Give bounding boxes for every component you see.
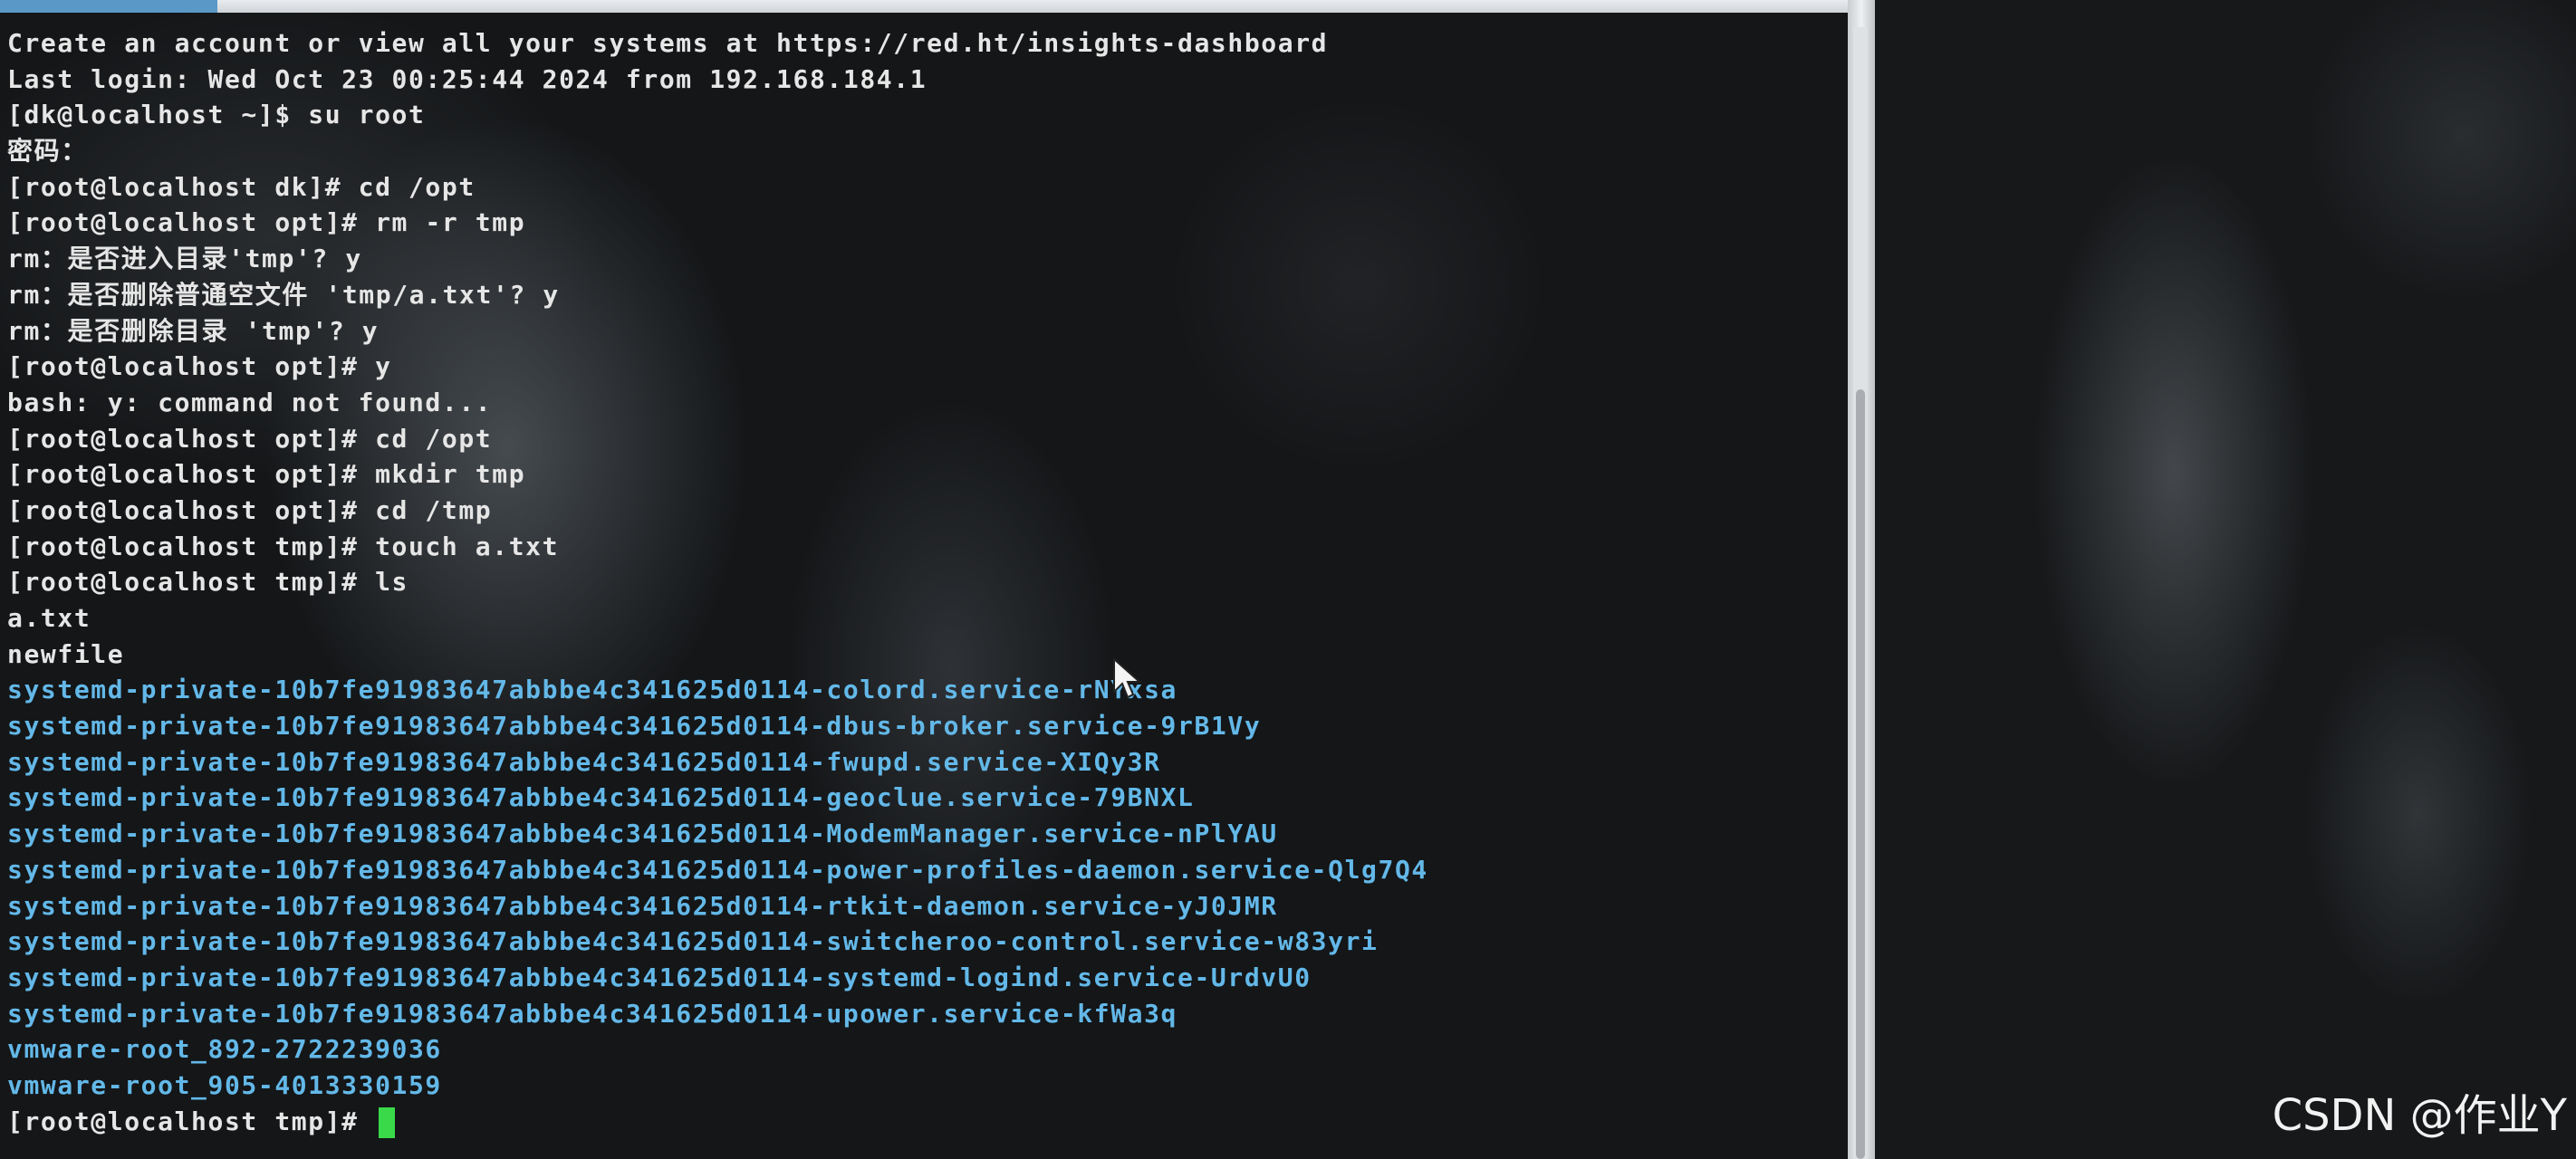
directory-entry: systemd-private-10b7fe91983647abbbe4c341…: [7, 819, 1278, 849]
command-line: [root@localhost opt]# cd /opt: [7, 423, 493, 454]
command-line: [root@localhost opt]# y: [7, 351, 392, 382]
directory-entry: vmware-root_905-4013330159: [7, 1069, 442, 1100]
output-line: rm：是否删除目录 'tmp'? y: [7, 315, 380, 346]
output-line: bash: y: command not found...: [7, 387, 493, 417]
watermark: CSDN @作业Y: [2272, 1090, 2567, 1141]
command-line: [root@localhost dk]# cd /opt: [7, 171, 476, 202]
directory-entry: systemd-private-10b7fe91983647abbbe4c341…: [7, 926, 1379, 957]
shell-prompt: [root@localhost tmp]#: [7, 1106, 376, 1136]
command-line: [root@localhost opt]# rm -r tmp: [7, 207, 526, 238]
output-line: Create an account or view all your syste…: [7, 28, 1329, 58]
command-line: [dk@localhost ~]$ su root: [7, 100, 426, 130]
directory-entry: systemd-private-10b7fe91983647abbbe4c341…: [7, 962, 1312, 992]
directory-entry: systemd-private-10b7fe91983647abbbe4c341…: [7, 890, 1278, 921]
scrollbar-thumb[interactable]: [1856, 389, 1865, 1159]
directory-entry: systemd-private-10b7fe91983647abbbe4c341…: [7, 675, 1178, 705]
window-top-border: [0, 0, 1879, 13]
directory-entry: systemd-private-10b7fe91983647abbbe4c341…: [7, 998, 1178, 1029]
window-tab-accent: [0, 0, 217, 13]
directory-entry: systemd-private-10b7fe91983647abbbe4c341…: [7, 854, 1428, 885]
output-line: a.txt: [7, 603, 91, 633]
text-cursor: [379, 1106, 396, 1138]
output-line: 密码：: [7, 136, 88, 167]
terminal-window[interactable]: Create an account or view all your syste…: [0, 13, 1848, 1159]
terminal-output: Create an account or view all your syste…: [7, 25, 1428, 1139]
prompt-line[interactable]: [root@localhost tmp]#: [7, 1104, 1428, 1140]
output-line: rm：是否删除普通空文件 'tmp/a.txt'? y: [7, 279, 560, 310]
output-line: rm：是否进入目录'tmp'? y: [7, 244, 362, 274]
command-line: [root@localhost opt]# cd /tmp: [7, 494, 493, 525]
directory-entry: systemd-private-10b7fe91983647abbbe4c341…: [7, 746, 1161, 777]
directory-entry: systemd-private-10b7fe91983647abbbe4c341…: [7, 711, 1262, 742]
output-line: newfile: [7, 638, 125, 669]
mouse-pointer-icon: [1113, 657, 1142, 699]
command-line: [root@localhost tmp]# touch a.txt: [7, 531, 560, 561]
command-line: [root@localhost tmp]# ls: [7, 567, 409, 598]
directory-entry: systemd-private-10b7fe91983647abbbe4c341…: [7, 782, 1195, 813]
command-line: [root@localhost opt]# mkdir tmp: [7, 459, 526, 490]
desktop-background: [1875, 0, 2576, 1159]
output-line: Last login: Wed Oct 23 00:25:44 2024 fro…: [7, 63, 928, 94]
directory-entry: vmware-root_892-2722239036: [7, 1034, 442, 1065]
